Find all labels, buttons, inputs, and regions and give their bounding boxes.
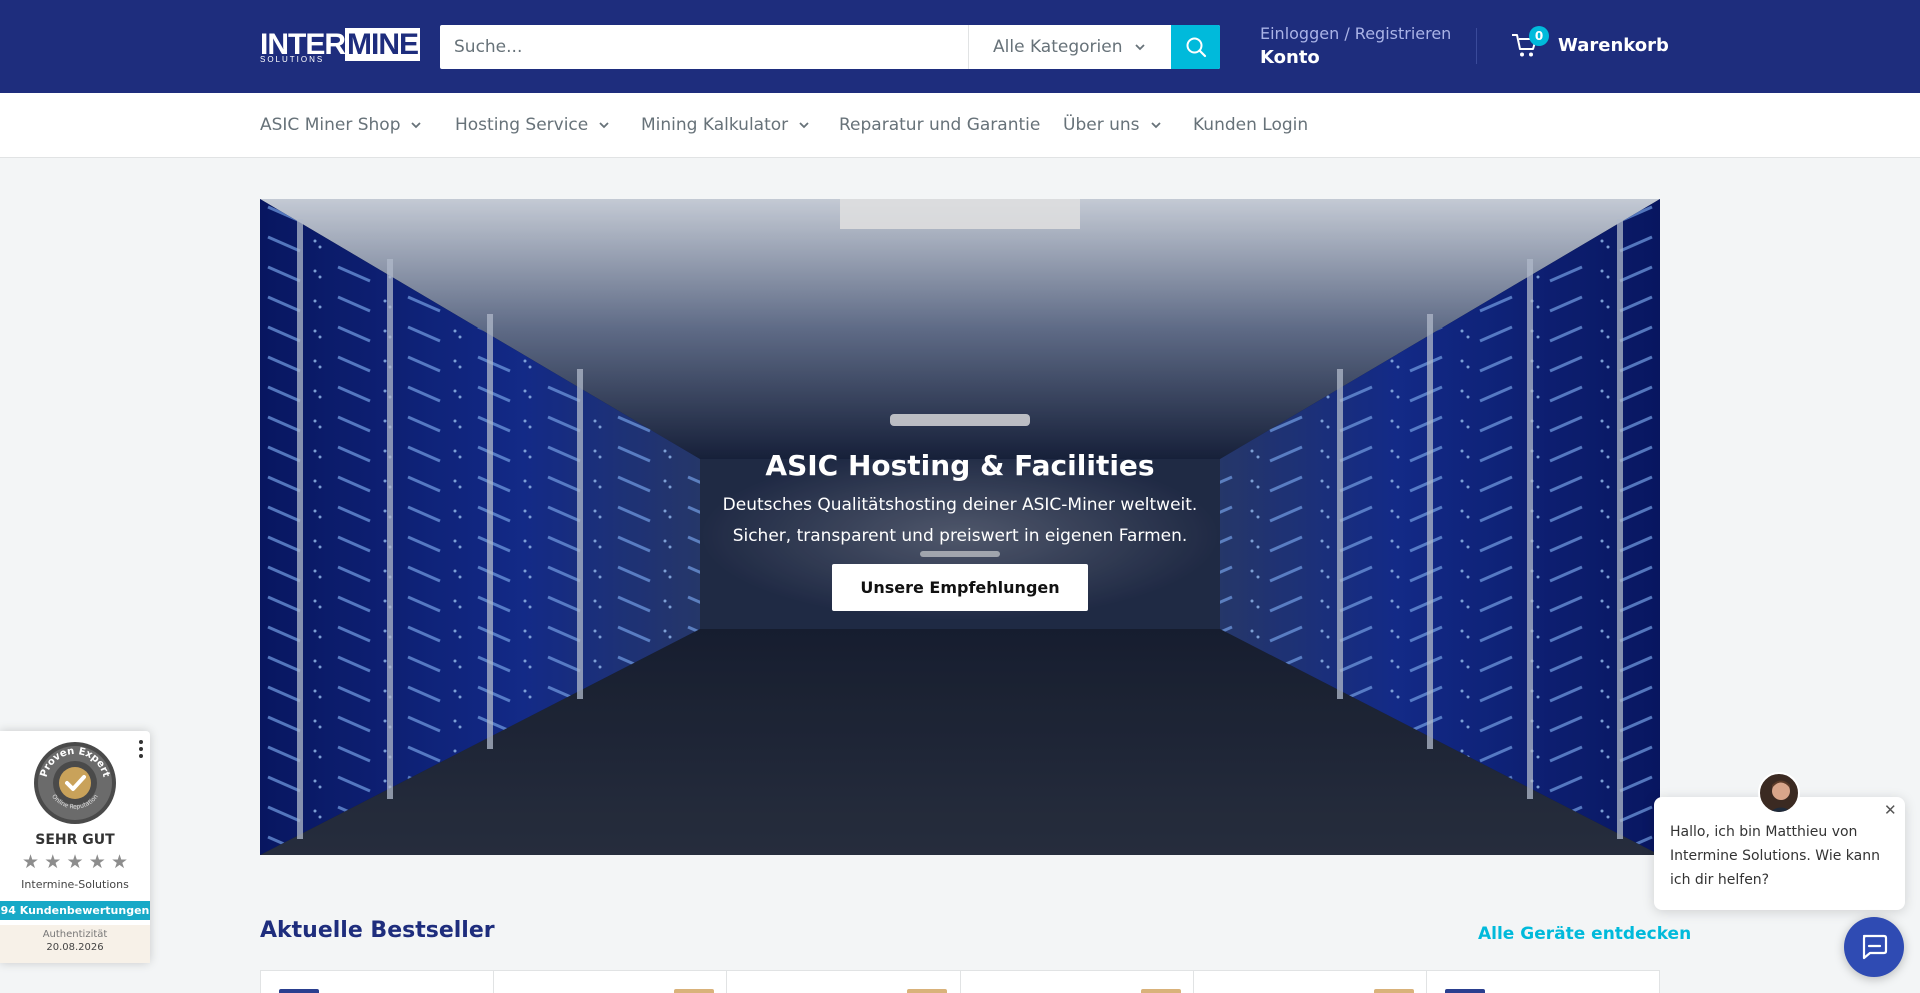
- product-image: [907, 989, 948, 993]
- header-divider: [1476, 28, 1477, 64]
- star-rating: ★ ★ ★ ★ ★: [22, 852, 128, 872]
- search-bar: Alle Kategorien: [440, 25, 1220, 69]
- rating-label: SEHR GUT: [35, 832, 115, 848]
- agent-avatar: [1758, 772, 1800, 814]
- product-grid: [260, 970, 1660, 993]
- chevron-down-icon: [799, 122, 809, 129]
- search-button[interactable]: [1171, 25, 1220, 69]
- product-image: [1373, 989, 1414, 993]
- cart-icon: 0: [1510, 26, 1549, 60]
- star-icon: ★: [22, 851, 40, 873]
- product-image: [1444, 989, 1485, 993]
- category-select-label: Alle Kategorien: [993, 37, 1123, 57]
- nav-item-kunden-login[interactable]: Kunden Login: [1193, 115, 1308, 135]
- chat-icon: [1862, 934, 1888, 960]
- intermine-logo[interactable]: INTERMINE SOLUTIONS: [260, 28, 420, 64]
- product-card[interactable]: [261, 971, 495, 993]
- cart-label: Warenkorb: [1558, 34, 1669, 56]
- proven-expert-seal-icon: Proven Expert Online Reputation: [34, 742, 116, 824]
- more-options-icon[interactable]: [138, 739, 144, 759]
- proven-expert-widget[interactable]: Proven Expert Online Reputation SEHR GUT…: [0, 731, 150, 963]
- cart-button[interactable]: 0 Warenkorb: [1510, 26, 1669, 60]
- chat-message-text: Hallo, ich bin Matthieu von Intermine So…: [1670, 824, 1880, 888]
- hero-subtitle: Deutsches Qualitätshosting deiner ASIC-M…: [260, 490, 1660, 552]
- star-icon: ★: [66, 851, 84, 873]
- login-register-link[interactable]: Einloggen / Registrieren: [1260, 24, 1451, 43]
- authenticity-box: Authentizität 20.08.2026: [0, 925, 150, 963]
- discover-all-devices-link[interactable]: Alle Geräte entdecken: [1478, 924, 1691, 944]
- account-area[interactable]: Einloggen / Registrieren Konto: [1260, 24, 1451, 68]
- authenticity-date: 20.08.2026: [46, 942, 104, 953]
- product-card[interactable]: [961, 971, 1194, 993]
- nav-item-label: Kunden Login: [1193, 115, 1309, 135]
- hero-content: ASIC Hosting & Facilities Deutsches Qual…: [260, 449, 1660, 611]
- product-card[interactable]: [1194, 971, 1427, 993]
- nav-item-label: Mining Kalkulator: [641, 115, 789, 135]
- chevron-down-icon: [1135, 44, 1146, 51]
- star-icon: ★: [88, 851, 106, 873]
- company-name: Intermine-Solutions: [21, 878, 129, 891]
- close-icon[interactable]: ✕: [1884, 803, 1897, 818]
- product-card[interactable]: [727, 971, 961, 993]
- nav-item-label: ASIC Miner Shop: [260, 115, 401, 135]
- nav-item-ueber-uns[interactable]: Über uns: [1063, 115, 1162, 135]
- recommendations-button[interactable]: Unsere Empfehlungen: [832, 564, 1088, 611]
- hero-banner: ASIC Hosting & Facilities Deutsches Qual…: [260, 199, 1660, 855]
- product-card[interactable]: [1427, 971, 1659, 993]
- top-header: INTERMINE SOLUTIONS Alle Kategorien Einl…: [0, 0, 1920, 93]
- product-image: [1140, 989, 1181, 993]
- nav-item-label: Hosting Service: [455, 115, 589, 135]
- category-select[interactable]: Alle Kategorien: [968, 25, 1171, 69]
- star-icon: ★: [44, 851, 62, 873]
- search-icon: [1186, 37, 1206, 58]
- authenticity-label: Authentizität: [42, 929, 108, 940]
- chevron-down-icon: [599, 122, 609, 129]
- review-count[interactable]: 94 Kundenbewertungen: [0, 901, 150, 920]
- account-label[interactable]: Konto: [1260, 47, 1451, 68]
- nav-item-label: Reparatur und Garantie: [839, 115, 1041, 135]
- cart-count-badge: 0: [1529, 26, 1549, 46]
- search-input[interactable]: [440, 25, 968, 69]
- nav-item-asic-miner-shop[interactable]: ASIC Miner Shop: [260, 115, 422, 135]
- logo-subtitle: SOLUTIONS: [260, 55, 328, 64]
- nav-item-label: Über uns: [1063, 115, 1140, 135]
- nav-item-mining-kalkulator[interactable]: Mining Kalkulator: [641, 115, 810, 135]
- hero-title: ASIC Hosting & Facilities: [765, 449, 1155, 482]
- product-image: [279, 989, 319, 993]
- hero-subtitle-line-2: Sicher, transparent und preiswert in eig…: [732, 526, 1188, 546]
- hero-subtitle-line-1: Deutsches Qualitätshosting deiner ASIC-M…: [722, 495, 1198, 515]
- nav-item-hosting-service[interactable]: Hosting Service: [455, 115, 610, 135]
- bestseller-heading: Aktuelle Bestseller: [260, 918, 495, 943]
- chevron-down-icon: [411, 122, 422, 129]
- star-icon: ★: [110, 851, 128, 873]
- product-card[interactable]: [494, 971, 728, 993]
- chevron-down-icon: [1150, 122, 1161, 129]
- nav-item-reparatur-garantie[interactable]: Reparatur und Garantie: [839, 115, 1040, 135]
- chat-launcher-button[interactable]: [1844, 917, 1904, 977]
- main-navigation: ASIC Miner Shop Hosting Service Mining K…: [0, 93, 1920, 158]
- product-image: [674, 989, 715, 993]
